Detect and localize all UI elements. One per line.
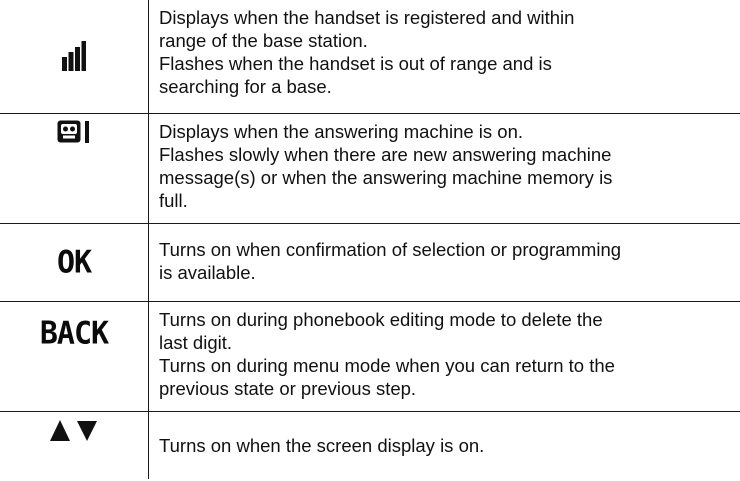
description-cell: Turns on when confirmation of selection … xyxy=(148,222,740,302)
description-line: Flashes slowly when there are new answer… xyxy=(159,143,612,165)
icon-cell xyxy=(0,112,149,224)
ok-icon: OK xyxy=(56,243,92,281)
description-line: Turns on during phonebook editing mode t… xyxy=(159,308,603,330)
table-row: Displays when the handset is registered … xyxy=(0,0,740,114)
signal-strength-icon xyxy=(62,41,86,72)
description-line: searching for a base. xyxy=(159,76,332,97)
description-line: previous state or previous step. xyxy=(159,377,417,399)
description-cell: Displays when the handset is registered … xyxy=(148,0,740,114)
description-cell: Displays when the answering machine is o… xyxy=(148,112,740,224)
description-line: last digit. xyxy=(159,331,233,353)
icon-description-table: Displays when the handset is registered … xyxy=(0,0,740,479)
description-line: range of the base station. xyxy=(159,30,368,51)
icon-cell xyxy=(0,410,149,479)
description-cell: Turns on during phonebook editing mode t… xyxy=(148,300,740,412)
table-row: OK Turns on when confirmation of selecti… xyxy=(0,222,740,302)
description-line: Displays when the answering machine is o… xyxy=(159,120,524,142)
back-icon: BACK xyxy=(39,314,109,352)
table-row: BACK Turns on during phonebook editing m… xyxy=(0,300,740,412)
description-line: Displays when the handset is registered … xyxy=(159,7,575,28)
up-down-arrows-icon xyxy=(50,419,97,441)
description-line: full. xyxy=(159,189,188,211)
answering-machine-icon xyxy=(57,120,89,143)
description-line: message(s) or when the answering machine… xyxy=(159,166,613,188)
description-line: is available. xyxy=(159,261,256,283)
table-row: Turns on when the screen display is on. xyxy=(0,410,740,479)
icon-cell: BACK xyxy=(0,300,149,412)
description-cell: Turns on when the screen display is on. xyxy=(148,410,740,479)
description-line: Flashes when the handset is out of range… xyxy=(159,53,552,74)
icon-cell xyxy=(0,0,149,114)
description-line: Turns on when the screen display is on. xyxy=(159,434,485,456)
table-row: Displays when the answering machine is o… xyxy=(0,112,740,224)
description-line: Turns on during menu mode when you can r… xyxy=(159,354,615,376)
description-line: Turns on when confirmation of selection … xyxy=(159,238,622,260)
icon-cell: OK xyxy=(0,222,149,302)
